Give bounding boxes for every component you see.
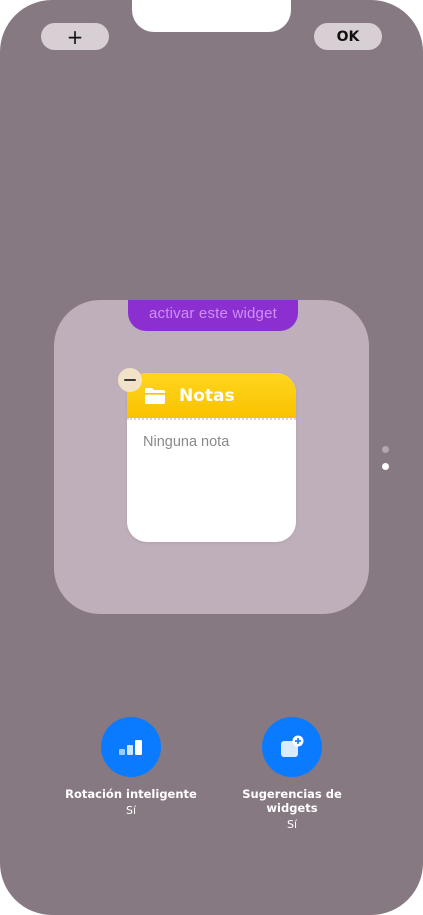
widget-suggestions-value: Sí	[286, 818, 298, 831]
widget-suggestions-icon	[281, 735, 304, 757]
widget-stack[interactable]: activar este widget Notas Ninguna nota	[54, 300, 369, 614]
smart-rotate-button[interactable]	[101, 717, 161, 777]
notes-widget-header: Notas	[127, 373, 296, 418]
page-dot-1[interactable]	[382, 446, 389, 453]
remove-widget-button[interactable]	[118, 368, 142, 392]
peek-widget-text: activar este widget	[148, 305, 278, 322]
add-widget-button[interactable]: +	[41, 23, 109, 50]
home-screen-edit-mode: + OK activar este widget Notas Ninguna n…	[0, 0, 423, 915]
notes-empty-text: Ninguna nota	[143, 434, 230, 450]
device-notch	[132, 0, 291, 32]
widget-suggestions-label: Sugerencias de widgets	[242, 787, 342, 815]
widget-suggestions-button[interactable]	[262, 717, 322, 777]
folder-icon	[145, 387, 165, 404]
peek-widget: activar este widget	[128, 300, 298, 331]
smart-rotate-value: Sí	[125, 804, 137, 817]
smart-rotate-option[interactable]: Rotación inteligente Sí	[56, 717, 206, 817]
done-button[interactable]: OK	[314, 23, 382, 50]
smart-rotate-icon	[119, 740, 142, 755]
minus-icon	[124, 379, 136, 381]
smart-rotate-label: Rotación inteligente	[65, 787, 197, 801]
notes-widget[interactable]: Notas Ninguna nota	[127, 373, 296, 542]
notes-widget-title: Notas	[179, 385, 235, 406]
widget-suggestions-option[interactable]: Sugerencias de widgets Sí	[217, 717, 367, 831]
page-dot-2[interactable]	[382, 463, 389, 470]
